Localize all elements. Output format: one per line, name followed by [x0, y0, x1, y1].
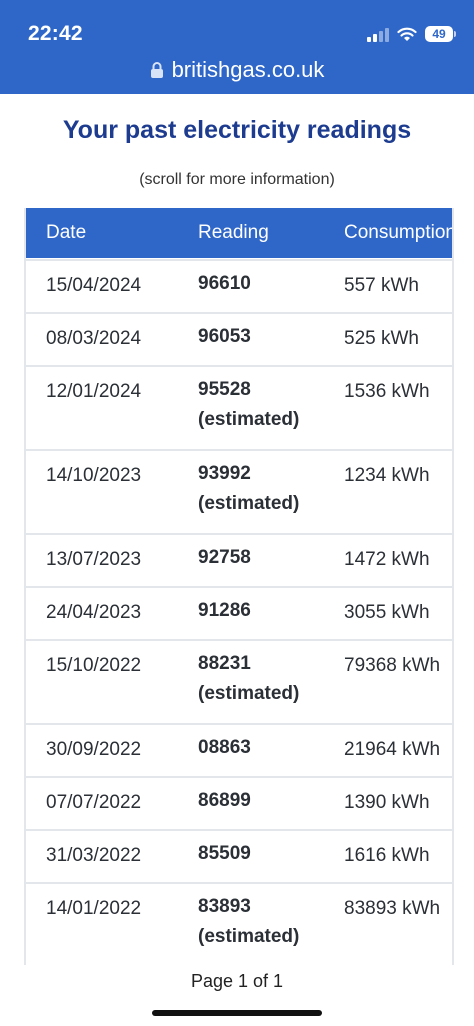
cell-date: 15/04/2024	[46, 275, 142, 296]
cell-date: 24/04/2023	[46, 602, 142, 623]
browser-top-bar: 22:42 49 britishgas.co.uk	[0, 0, 474, 94]
cell-date: 13/07/2023	[46, 549, 142, 570]
reading-value: 91286	[198, 600, 251, 621]
cell-consumption: 1234 kWh	[344, 465, 430, 486]
pagination-label: Page 1 of 1	[190, 971, 284, 991]
cell-reading: 93992 (estimated)	[198, 459, 299, 519]
cell-reading: 86899	[198, 786, 251, 816]
reading-value: 86899	[198, 790, 251, 811]
status-icons: 49	[367, 24, 456, 44]
cell-reading: 88231 (estimated)	[198, 649, 299, 709]
reading-value: 95528	[198, 379, 251, 400]
table-row: 15/10/2022 88231 (estimated) 79368 kWh	[26, 639, 452, 725]
table-row: 31/03/2022 85509 1616 kWh	[26, 829, 452, 884]
cell-reading: 83893 (estimated)	[198, 892, 299, 952]
table-row: 14/01/2022 83893 (estimated) 83893 kWh	[26, 882, 452, 965]
cell-date: 14/01/2022	[46, 898, 142, 919]
wifi-icon	[397, 27, 417, 41]
url-text: britishgas.co.uk	[171, 57, 325, 82]
table-row: 24/04/2023 91286 3055 kWh	[26, 586, 452, 641]
cell-reading: 85509	[198, 839, 251, 869]
address-bar[interactable]: britishgas.co.uk	[0, 57, 474, 83]
cell-consumption: 21964 kWh	[344, 739, 441, 760]
cell-date: 30/09/2022	[46, 739, 142, 760]
cell-consumption: 1536 kWh	[344, 381, 430, 402]
cell-date: 31/03/2022	[46, 845, 142, 866]
reading-value: 08863	[198, 737, 251, 758]
reading-value: 96610	[198, 273, 251, 294]
reading-value: 93992	[198, 463, 251, 484]
cell-date: 07/07/2022	[46, 792, 142, 813]
readings-table[interactable]: Date Reading Consumption 15/04/2024 96610…	[24, 208, 454, 965]
scroll-hint: (scroll for more information)	[139, 171, 335, 188]
home-indicator	[152, 1010, 322, 1016]
table-row: 07/07/2022 86899 1390 kWh	[26, 776, 452, 831]
reading-value: 83893	[198, 896, 251, 917]
cell-reading: 95528 (estimated)	[198, 375, 299, 435]
table-row: 12/01/2024 95528 (estimated) 1536 kWh	[26, 365, 452, 451]
header-date: Date	[46, 222, 87, 243]
battery-level: 49	[425, 26, 453, 42]
reading-value: 96053	[198, 326, 251, 347]
cell-date: 14/10/2023	[46, 465, 142, 486]
reading-note: (estimated)	[198, 683, 300, 704]
cell-consumption: 1616 kWh	[344, 845, 430, 866]
cell-reading: 08863	[198, 733, 251, 763]
reading-note: (estimated)	[198, 493, 300, 514]
header-consumption: Consumption	[344, 222, 454, 243]
reading-value: 85509	[198, 843, 251, 864]
table-row: 15/04/2024 96610 557 kWh	[26, 259, 452, 314]
table-row: 08/03/2024 96053 525 kWh	[26, 312, 452, 367]
reading-value: 88231	[198, 653, 251, 674]
cell-reading: 96053	[198, 322, 251, 352]
cell-consumption: 3055 kWh	[344, 602, 430, 623]
cellular-signal-icon	[367, 26, 389, 42]
status-time: 22:42	[28, 22, 83, 45]
cell-reading: 96610	[198, 269, 251, 299]
table-header: Date Reading Consumption	[26, 208, 454, 258]
cell-consumption: 557 kWh	[344, 275, 419, 296]
cell-date: 08/03/2024	[46, 328, 142, 349]
reading-note: (estimated)	[198, 409, 300, 430]
cell-consumption: 525 kWh	[344, 328, 419, 349]
table-row: 13/07/2023 92758 1472 kWh	[26, 533, 452, 588]
cell-reading: 92758	[198, 543, 251, 573]
cell-consumption: 1390 kWh	[344, 792, 430, 813]
table-row: 30/09/2022 08863 21964 kWh	[26, 723, 452, 778]
table-row: 14/10/2023 93992 (estimated) 1234 kWh	[26, 449, 452, 535]
cell-date: 15/10/2022	[46, 655, 142, 676]
lock-icon	[150, 62, 163, 78]
reading-note: (estimated)	[198, 926, 300, 947]
cell-consumption: 79368 kWh	[344, 655, 441, 676]
cell-reading: 91286	[198, 596, 251, 626]
cell-consumption: 83893 kWh	[344, 898, 441, 919]
header-reading: Reading	[198, 222, 269, 243]
cell-consumption: 1472 kWh	[344, 549, 430, 570]
page-title: Your past electricity readings	[62, 116, 412, 144]
cell-date: 12/01/2024	[46, 381, 142, 402]
battery-icon: 49	[425, 25, 456, 43]
reading-value: 92758	[198, 547, 251, 568]
